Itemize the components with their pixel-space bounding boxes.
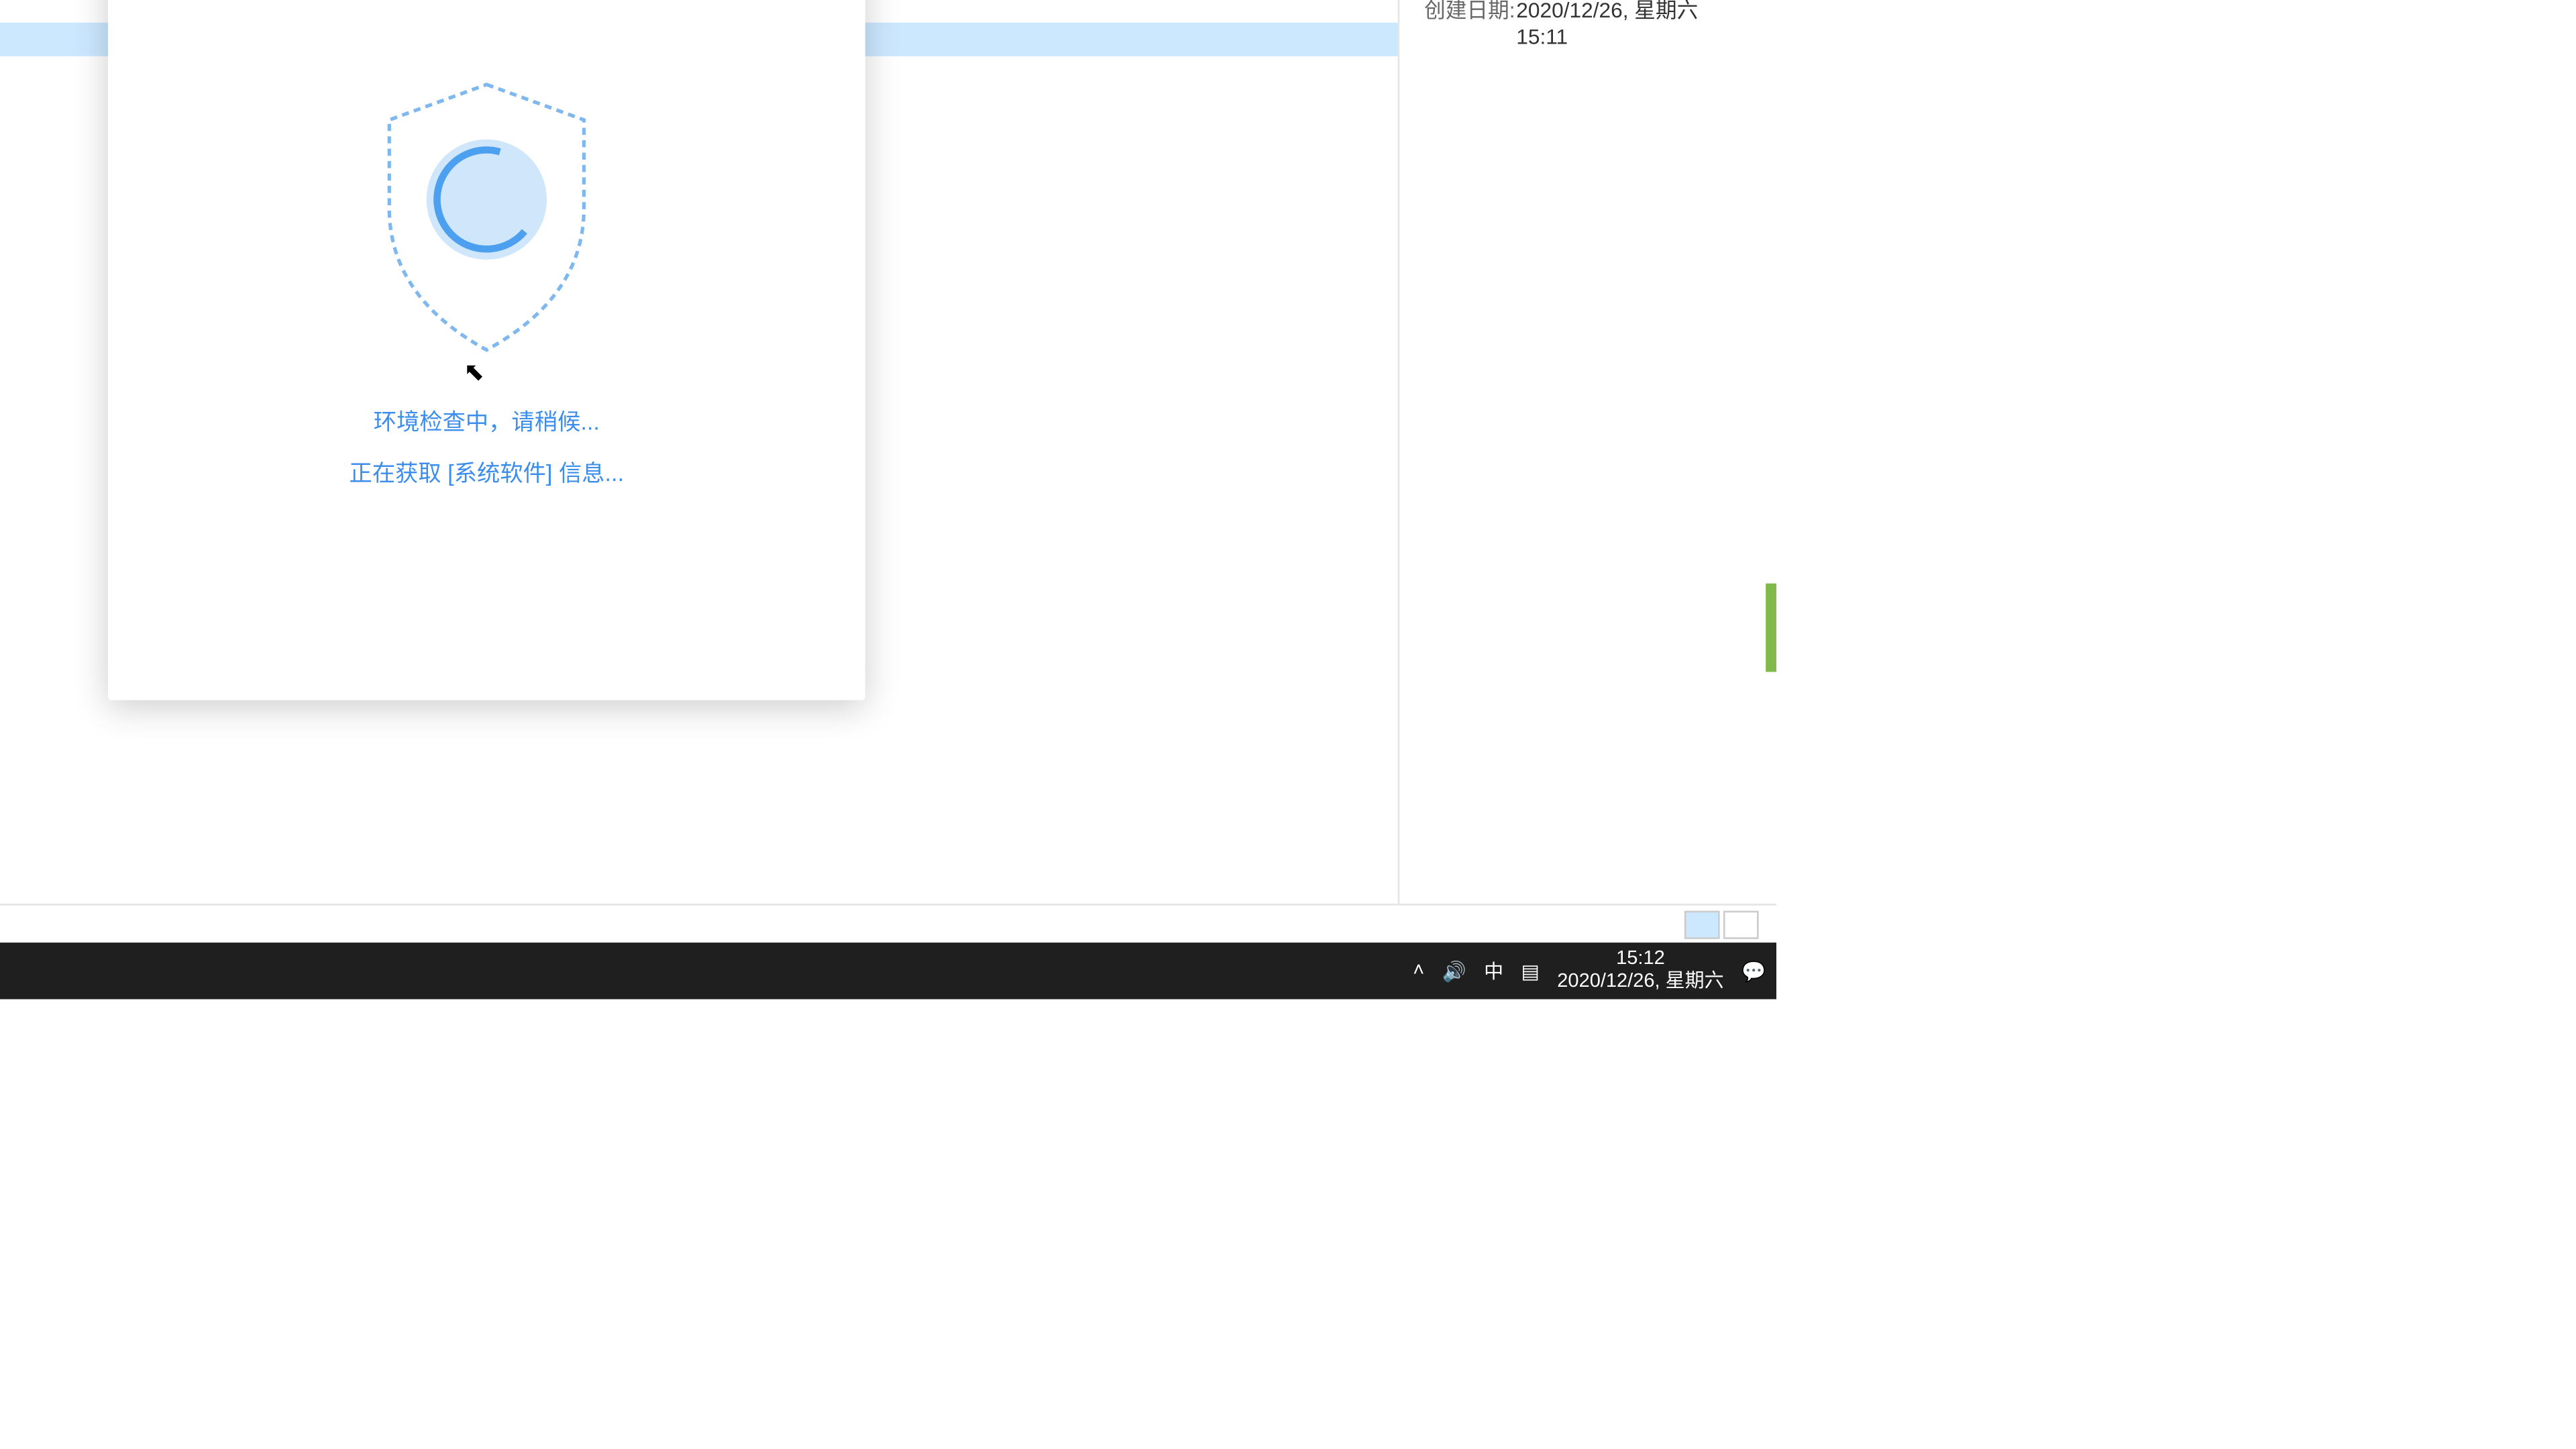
dialog-msg1: 环境检查中，请稍候... [108, 403, 865, 437]
clock[interactable]: 15:12 2020/12/26, 星期六 [1557, 948, 1723, 995]
shield-icon [354, 67, 620, 368]
detail-label: 创建日期: [1424, 0, 1516, 49]
details-view-button[interactable] [1684, 910, 1720, 938]
taskbar: ⊞ 🔍 ⧉ 📁 🌐 ˄ 🔊 中 ▤ 15:12 2020/12/26, 星期六 … [0, 943, 1776, 999]
scrollbar[interactable] [1762, 0, 1776, 725]
tray-up-icon[interactable]: ˄ [1413, 960, 1424, 981]
ime-indicator[interactable]: 中 [1484, 957, 1503, 985]
icons-view-button[interactable] [1723, 910, 1759, 938]
system-tray: ˄ 🔊 中 ▤ 15:12 2020/12/26, 星期六 💬 [1413, 948, 1776, 995]
scroll-thumb[interactable] [1766, 584, 1776, 672]
action-center-icon[interactable]: 💬 [1741, 959, 1766, 982]
view-toggle [1684, 910, 1759, 938]
yunqishi-dialog: 联系客服 ≡ — ✕ ♞ 云骑士装机大师 www.yunqishi.net 🔌启… [108, 0, 865, 700]
detail-row: 创建日期:2020/12/26, 星期六 15:11 [1424, 0, 1752, 49]
notification-icon[interactable]: ▤ [1521, 959, 1539, 982]
dialog-body: 环境检查中，请稍候... 正在获取 [系统软件] 信息... [108, 0, 865, 488]
detail-value: 2020/12/26, 星期六 15:11 [1516, 0, 1752, 49]
details-pane: 本地硬盘安装.exe 应用程序 🌐 修改日期:2020/10/12, 星期一 1… [1398, 0, 1776, 904]
dialog-msg2: 正在获取 [系统软件] 信息... [108, 454, 865, 488]
volume-icon[interactable]: 🔊 [1442, 959, 1466, 982]
status-bar: 12 个项目 选中 1 个项目 27.6 MB [0, 904, 1776, 943]
